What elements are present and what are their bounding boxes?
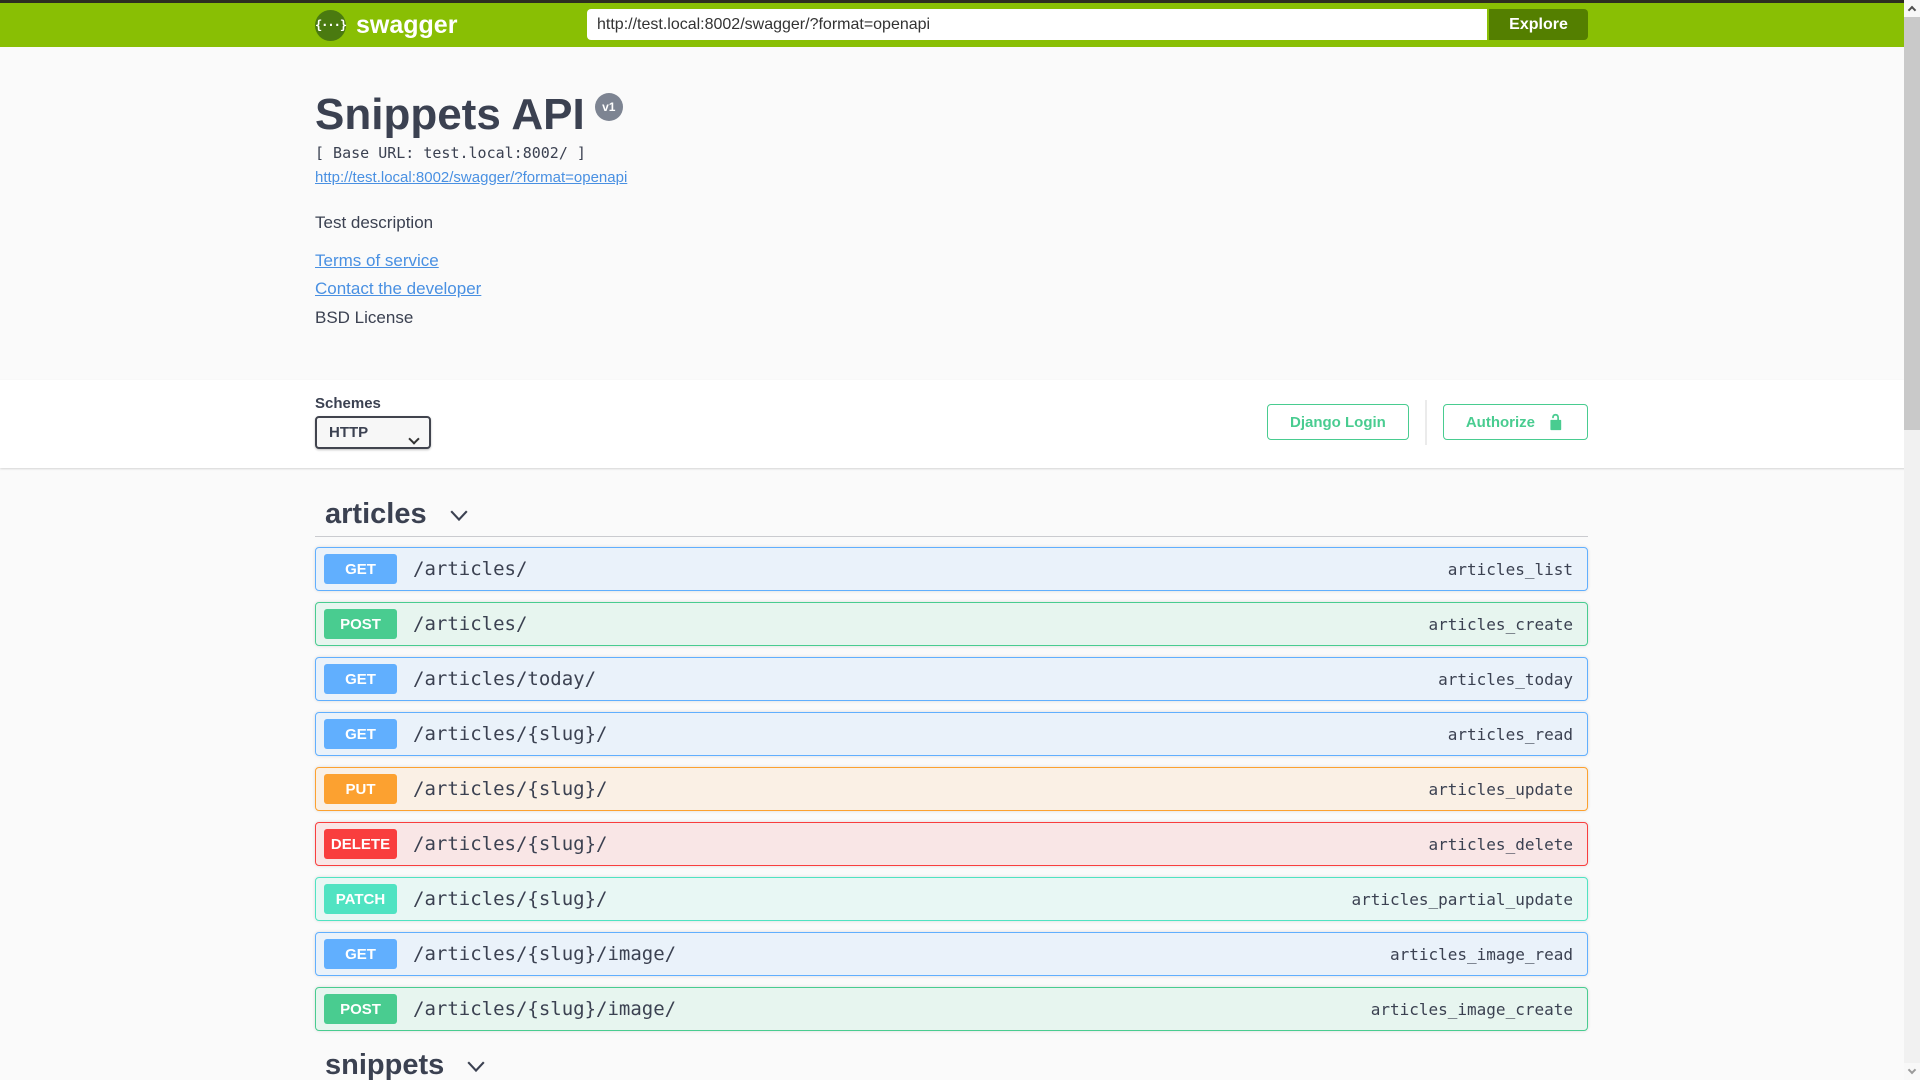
operation-path: /articles/{slug}/ — [413, 833, 608, 855]
method-badge: GET — [324, 554, 397, 584]
scrollbar[interactable] — [1904, 0, 1920, 1080]
schemes-label: Schemes — [315, 395, 381, 412]
operation-id: articles_today — [1438, 669, 1573, 689]
scrollbar-up-button[interactable] — [1904, 0, 1920, 17]
operation-row-articles_image_read[interactable]: GET /articles/{slug}/image/ articles_ima… — [315, 932, 1588, 976]
operation-id: articles_delete — [1428, 834, 1574, 854]
authorize-button[interactable]: Authorize — [1442, 404, 1588, 440]
section-title: snippets — [325, 1049, 445, 1080]
scheme-container: Schemes HTTP Django Login Authorize — [0, 380, 1920, 468]
unlocked-padlock-icon — [1550, 413, 1562, 431]
django-login-label: Django Login — [1290, 413, 1386, 431]
chevron-down-icon — [1907, 1065, 1917, 1075]
chevron-down-icon[interactable] — [464, 1055, 488, 1079]
method-badge: POST — [324, 994, 397, 1024]
method-badge: POST — [324, 609, 397, 639]
operation-row-articles_read[interactable]: GET /articles/{slug}/ articles_read — [315, 712, 1588, 756]
method-badge: GET — [324, 664, 397, 694]
base-url: [ Base URL: test.local:8002/ ] — [315, 144, 586, 162]
page-title: Snippets API v1 — [315, 91, 1588, 139]
method-badge: PATCH — [324, 884, 397, 914]
operation-id: articles_update — [1428, 779, 1574, 799]
operation-path: /articles/ — [413, 613, 528, 635]
operation-path: /articles/today/ — [413, 668, 597, 690]
operation-id: articles_partial_update — [1351, 889, 1573, 909]
authorize-label: Authorize — [1465, 413, 1535, 431]
operation-row-articles_update[interactable]: PUT /articles/{slug}/ articles_update — [315, 767, 1588, 811]
scrollbar-down-button[interactable] — [1904, 1063, 1920, 1080]
api-section: snippets GET /snippets/ snippets_list — [315, 1051, 1588, 1080]
scrollbar-thumb[interactable] — [1904, 17, 1920, 430]
api-section: articles GET /articles/ articles_list PO… — [315, 500, 1588, 1031]
swagger-logo-text: swagger — [356, 10, 458, 39]
chevron-up-icon — [1907, 5, 1917, 15]
terms-of-service-link[interactable]: Terms of service — [315, 251, 439, 271]
section-title: articles — [325, 498, 427, 530]
spec-url-input[interactable] — [587, 9, 1487, 40]
version-badge: v1 — [594, 93, 623, 121]
operation-path: /articles/{slug}/image/ — [413, 998, 677, 1020]
section-header-articles[interactable]: articles — [315, 500, 1588, 537]
api-description: Test description — [315, 213, 434, 232]
django-login-button[interactable]: Django Login — [1267, 404, 1409, 440]
method-badge: PUT — [324, 774, 397, 804]
operation-row-articles_today[interactable]: GET /articles/today/ articles_today — [315, 657, 1588, 701]
operation-path: /articles/{slug}/ — [413, 723, 608, 745]
divider — [1424, 399, 1427, 445]
operation-list: GET /articles/ articles_list POST /artic… — [315, 537, 1588, 1031]
operation-id: articles_image_read — [1389, 944, 1573, 964]
schemes-group: Schemes HTTP — [315, 395, 431, 449]
method-badge: GET — [324, 939, 397, 969]
operation-path: /articles/{slug}/image/ — [413, 943, 677, 965]
swagger-braces-icon: {···} — [315, 9, 347, 41]
api-info-section: Snippets API v1 [ Base URL: test.local:8… — [315, 47, 1588, 380]
operation-id: articles_read — [1447, 724, 1573, 744]
operation-id: articles_create — [1428, 614, 1574, 634]
operation-path: /articles/ — [413, 558, 528, 580]
operation-path: /articles/{slug}/ — [413, 888, 608, 910]
api-title-text: Snippets API — [315, 90, 585, 139]
swagger-logo: {···} swagger — [315, 9, 458, 41]
spec-link[interactable]: http://test.local:8002/swagger/?format=o… — [315, 169, 627, 186]
operation-row-articles_delete[interactable]: DELETE /articles/{slug}/ articles_delete — [315, 822, 1588, 866]
topbar: {···} swagger Explore — [0, 0, 1904, 47]
method-badge: DELETE — [324, 829, 397, 859]
section-header-snippets[interactable]: snippets — [315, 1051, 1588, 1080]
operation-row-articles_partial_update[interactable]: PATCH /articles/{slug}/ articles_partial… — [315, 877, 1588, 921]
operation-row-articles_create[interactable]: POST /articles/ articles_create — [315, 602, 1588, 646]
operation-id: articles_list — [1447, 559, 1573, 579]
explore-button[interactable]: Explore — [1489, 9, 1588, 40]
operation-row-articles_list[interactable]: GET /articles/ articles_list — [315, 547, 1588, 591]
chevron-down-icon[interactable] — [447, 504, 471, 528]
operations-root: articles GET /articles/ articles_list PO… — [315, 500, 1588, 1080]
schemes-select[interactable]: HTTP — [315, 416, 431, 449]
operation-path: /articles/{slug}/ — [413, 778, 608, 800]
operation-id: articles_image_create — [1370, 999, 1573, 1019]
spec-url-bar: Explore — [587, 9, 1588, 40]
contact-developer-link[interactable]: Contact the developer — [315, 279, 481, 299]
method-badge: GET — [324, 719, 397, 749]
auth-wrapper: Django Login Authorize — [1267, 399, 1588, 445]
operation-row-articles_image_create[interactable]: POST /articles/{slug}/image/ articles_im… — [315, 987, 1588, 1031]
license-text: BSD License — [315, 308, 414, 327]
